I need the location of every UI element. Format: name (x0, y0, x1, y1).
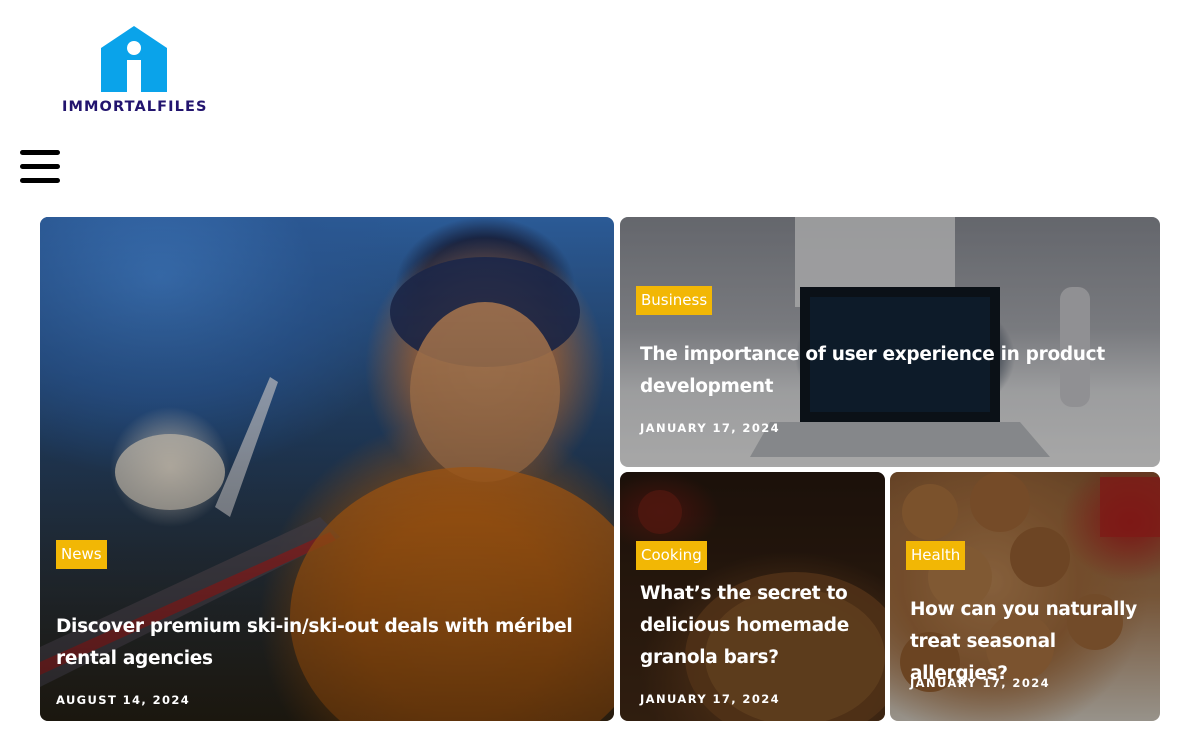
site-name: IMMORTALFILES (62, 99, 208, 115)
post-title[interactable]: What’s the secret to delicious homemade … (640, 578, 870, 674)
post-date: JANUARY 17, 2024 (910, 676, 1051, 690)
post-date: AUGUST 14, 2024 (56, 693, 191, 707)
post-title[interactable]: The importance of user experience in pro… (640, 339, 1140, 403)
category-badge[interactable]: Health (906, 541, 966, 570)
site-logo[interactable]: IMMORTALFILES (60, 24, 210, 118)
house-i-logo-icon (101, 26, 167, 92)
post-card[interactable]: Cooking What’s the secret to delicious h… (620, 472, 885, 721)
post-card[interactable]: Business The importance of user experien… (620, 217, 1160, 467)
category-badge[interactable]: Cooking (636, 541, 707, 570)
hamburger-menu-icon[interactable] (20, 150, 60, 184)
post-card[interactable]: Health How can you naturally treat seaso… (890, 472, 1160, 721)
post-date: JANUARY 17, 2024 (640, 421, 781, 435)
post-date: JANUARY 17, 2024 (640, 692, 781, 706)
category-badge[interactable]: News (56, 540, 107, 569)
featured-post-card[interactable]: News Discover premium ski-in/ski-out dea… (40, 217, 614, 721)
post-title[interactable]: Discover premium ski-in/ski-out deals wi… (56, 611, 596, 675)
category-badge[interactable]: Business (636, 286, 713, 315)
